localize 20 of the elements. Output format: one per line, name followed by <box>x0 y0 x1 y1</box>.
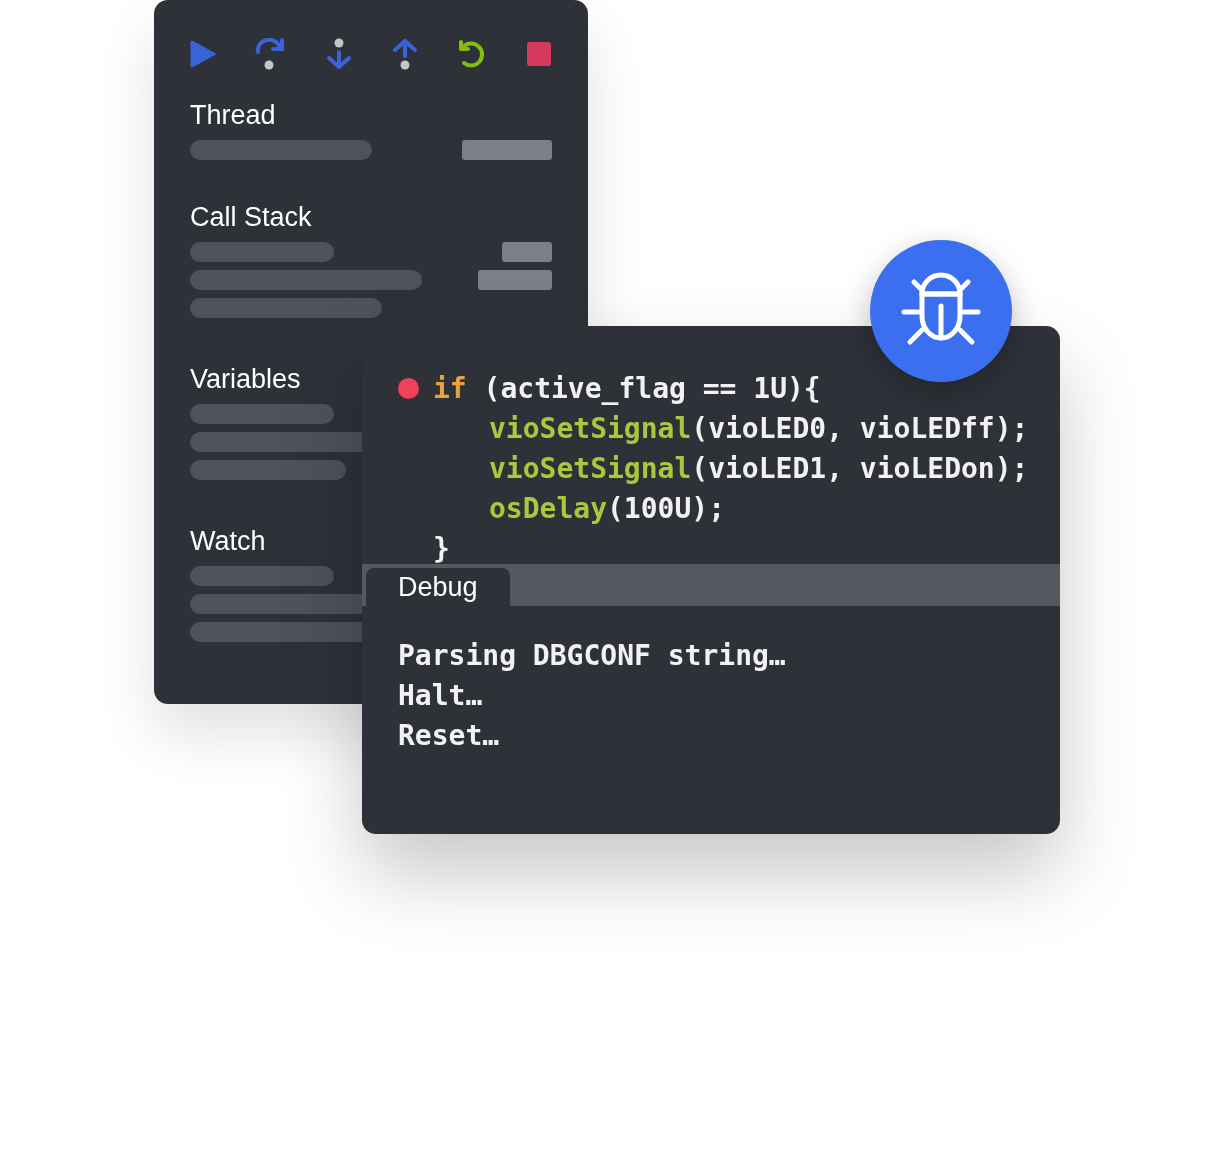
code-line: vioSetSignal(vioLED1, vioLEDon); <box>489 451 1029 485</box>
section-title: Thread <box>190 99 276 132</box>
code-line: if (active_flag == 1U){ <box>433 371 821 405</box>
breakpoint-dot[interactable] <box>398 377 419 399</box>
code-line: osDelay(100U); <box>489 491 726 525</box>
output-line: Halt… <box>398 678 484 714</box>
code-line: } <box>433 531 450 565</box>
section-title: Call Stack <box>190 201 312 234</box>
section-title: Variables <box>190 363 301 396</box>
output-line: Reset… <box>398 718 501 754</box>
output-line: Parsing DBGCONF string… <box>398 638 787 674</box>
panel-tab[interactable]: Debug <box>366 568 510 606</box>
code-line: vioSetSignal(vioLED0, vioLEDff); <box>489 411 1029 445</box>
section-title: Watch <box>190 525 266 558</box>
play-icon[interactable] <box>190 39 216 69</box>
stop-icon[interactable] <box>525 41 552 67</box>
step-out-icon[interactable] <box>391 38 418 70</box>
step-into-icon[interactable] <box>326 38 353 70</box>
placeholder-bar <box>502 242 552 262</box>
restart-icon[interactable] <box>456 39 487 69</box>
